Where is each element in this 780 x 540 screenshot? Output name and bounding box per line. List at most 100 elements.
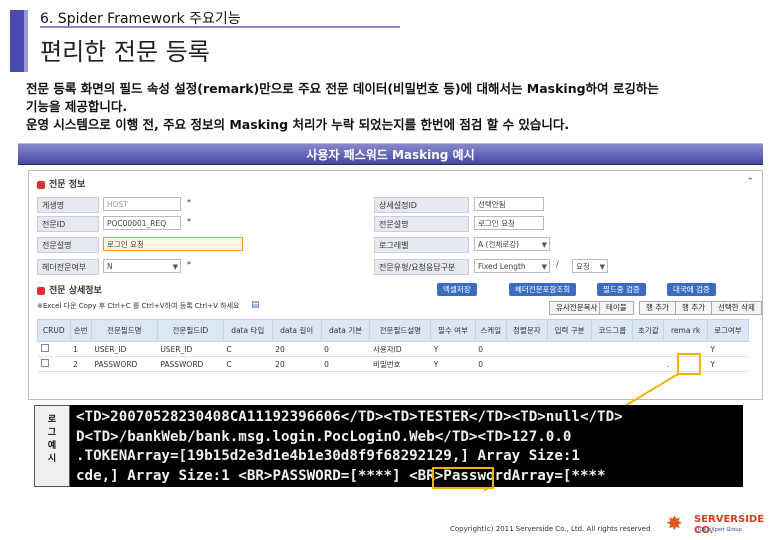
- section-icon: [37, 286, 45, 295]
- description: 전문 등록 화면의 필드 속성 설정(remark)만으로 주요 전문 데이터(…: [26, 80, 766, 134]
- section-icon: [37, 180, 45, 189]
- global-validate-button[interactable]: 대국에 검증: [667, 283, 716, 296]
- description-line-3: 운영 시스템으로 이행 전, 주요 정보의 Masking 처리가 누락 되었는…: [26, 117, 570, 132]
- log-line: cde,] Array Size:1 <BR>PASSWORD=[****] <…: [76, 467, 606, 484]
- table-row[interactable]: 1 USER_ID USER_ID C 20 0 사용자ID Y 0 Y: [37, 341, 749, 357]
- header-flag-select[interactable]: N ▼: [103, 259, 181, 273]
- checkbox[interactable]: [40, 344, 49, 352]
- cell-seq: 1: [70, 341, 92, 357]
- message-type-value: Fixed Length: [478, 262, 526, 271]
- copyright-footer: Copyright(c) 2011 Serverside Co., Ltd. A…: [450, 525, 651, 533]
- cell-desc: 사용자ID: [369, 341, 431, 357]
- log-line: D<TD>/bankWeb/bank.msg.login.PocLoginO.W…: [76, 428, 572, 445]
- log-line: .TOKENArray=[19b15d2e3d1e4b1e30d8f9f6829…: [76, 448, 580, 464]
- delete-selected-button[interactable]: 선택한 삭제: [711, 301, 762, 315]
- field-table: CRUD 순번 전문필드명 전문필드ID data 타입 data 길이 dat…: [37, 319, 750, 372]
- collapse-icon[interactable]: ⌃: [746, 177, 754, 187]
- cell-input: [547, 356, 592, 372]
- field-validate-button[interactable]: 필드중 검증: [597, 283, 646, 296]
- excel-save-button[interactable]: 엑셀저장: [437, 283, 477, 296]
- form-label: 게생명: [37, 197, 99, 213]
- column-header[interactable]: 정렬문자: [505, 319, 548, 342]
- cell-code: [591, 356, 633, 372]
- masked-password-highlight: [432, 467, 494, 489]
- description-line-2: 기능을 제공합니다.: [26, 99, 128, 114]
- message-desc-input[interactable]: 로그인 요청: [103, 237, 243, 251]
- accent-bar: [10, 10, 24, 72]
- table-header-row: CRUD 순번 전문필드명 전문필드ID data 타입 data 길이 dat…: [37, 319, 750, 342]
- log-level-select[interactable]: A (전체로깅) ▼: [474, 237, 550, 251]
- cell-pad: [506, 341, 548, 357]
- screenshot-panel: 전문 정보 ⌃ 게생명 HOST * 전문ID POC00001_REQ * 전…: [28, 170, 763, 400]
- column-header[interactable]: 필수 여부: [430, 319, 476, 342]
- column-header[interactable]: 스케일: [474, 319, 507, 342]
- chapter-underline: [40, 26, 400, 28]
- chevron-down-icon: ▼: [599, 263, 605, 271]
- column-header[interactable]: 로그여부: [706, 319, 750, 342]
- example-caption: 사용자 패스워드 Masking 예시: [18, 143, 763, 165]
- cell-type: C: [223, 341, 273, 357]
- header-include-search-button[interactable]: 헤더전문포함조회: [509, 283, 577, 296]
- cell-seq: 2: [70, 356, 92, 372]
- section-message-detail: 전문 상세정보: [37, 283, 102, 296]
- section-message-detail-label: 전문 상세정보: [49, 286, 102, 296]
- remark-highlight-box: [677, 353, 701, 375]
- column-header[interactable]: 코드그룹: [591, 319, 634, 342]
- column-header[interactable]: 초기값: [632, 319, 665, 342]
- row-checkbox[interactable]: [37, 341, 71, 357]
- log-console: <TD>20070528230408CA11192396606</TD><TD>…: [70, 405, 743, 487]
- column-header[interactable]: 전문필드ID: [156, 319, 224, 342]
- cell-required: Y: [430, 356, 476, 372]
- cell-len: 20: [272, 341, 322, 357]
- logo-star-icon: ✸: [666, 511, 683, 535]
- detail-id-input[interactable]: 선택안됨: [474, 197, 544, 211]
- add-row-button[interactable]: 행 추가: [639, 301, 677, 315]
- required-mark: *: [187, 217, 191, 226]
- chevron-down-icon: ▼: [541, 241, 547, 249]
- checkbox[interactable]: [40, 359, 49, 367]
- required-mark: *: [187, 260, 191, 269]
- cell-pad: [506, 356, 548, 372]
- cell-required: Y: [430, 341, 476, 357]
- column-header[interactable]: 입력 구분: [546, 319, 593, 342]
- column-header[interactable]: 전문필드설명: [369, 319, 432, 342]
- form-label: 전문설명: [37, 237, 99, 253]
- cell-base: 0: [321, 341, 370, 357]
- cell-len: 20: [272, 356, 322, 372]
- table-row[interactable]: 2 PASSWORD PASSWORD C 20 0 비밀번호 Y 0 . Y: [37, 356, 749, 372]
- column-header[interactable]: CRUD: [37, 319, 71, 342]
- desc-right-input[interactable]: 로그인 요청: [474, 216, 544, 230]
- cell-scale: 0: [475, 341, 507, 357]
- cell-name: USER_ID: [91, 341, 158, 357]
- request-type-value: 요청: [576, 262, 590, 271]
- page-title: 편리한 전문 등록: [40, 38, 210, 66]
- cell-scale: 0: [475, 356, 507, 372]
- cell-id: PASSWORD: [157, 356, 224, 372]
- cell-type: C: [223, 356, 273, 372]
- table-button[interactable]: 테이블: [599, 301, 634, 315]
- company-logo: ✸ SERVERSIDE CO. JDK eXpert Group: [664, 512, 774, 538]
- column-header[interactable]: data 기본: [320, 319, 371, 342]
- column-header[interactable]: 전문필드명: [90, 319, 158, 342]
- log-example-label: 로 그 예 시: [34, 405, 70, 487]
- required-mark: *: [187, 198, 191, 207]
- similar-copy-button[interactable]: 유사전문복사: [549, 301, 605, 315]
- column-header[interactable]: 순번: [69, 319, 92, 342]
- log-level-value: A (전체로깅): [478, 240, 519, 249]
- separator: /: [556, 260, 559, 269]
- column-header[interactable]: rema rk: [663, 319, 708, 342]
- column-header[interactable]: data 길이: [271, 319, 322, 342]
- row-checkbox[interactable]: [37, 356, 71, 372]
- request-type-select[interactable]: 요청 ▼: [572, 259, 608, 273]
- log-line: <TD>20070528230408CA11192396606</TD><TD>…: [76, 409, 623, 425]
- column-header[interactable]: data 타입: [222, 319, 273, 342]
- chevron-down-icon: ▼: [172, 263, 178, 271]
- cell-input: [547, 341, 592, 357]
- message-id-input[interactable]: POC00001_REQ: [103, 216, 181, 230]
- document-icon[interactable]: ▤: [251, 300, 260, 310]
- add-row-button-2[interactable]: 행 추가: [675, 301, 713, 315]
- chevron-down-icon: ▼: [541, 263, 547, 271]
- cell-code: [591, 341, 633, 357]
- message-type-select[interactable]: Fixed Length ▼: [474, 259, 550, 273]
- system-input[interactable]: HOST: [103, 197, 181, 211]
